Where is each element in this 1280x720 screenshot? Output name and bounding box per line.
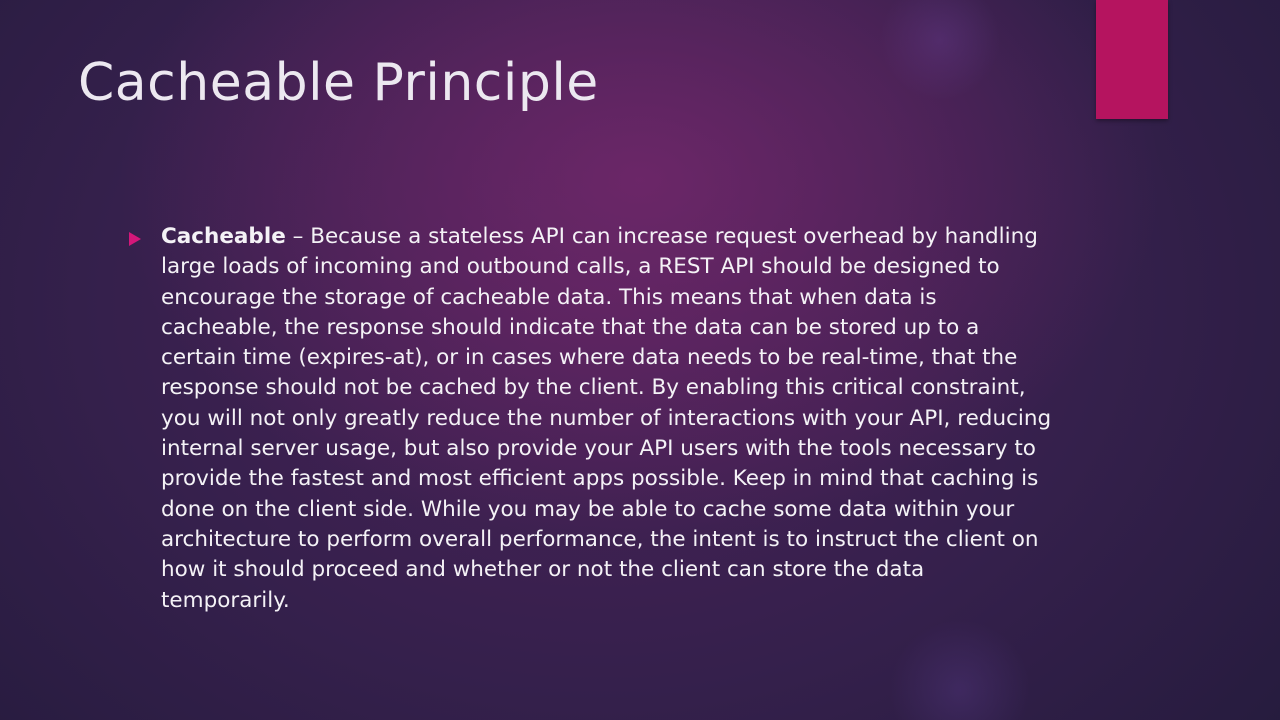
bullet-text: Cacheable – Because a stateless API can … bbox=[161, 222, 1059, 616]
presentation-slide: Cacheable Principle Cacheable – Because … bbox=[0, 0, 1280, 720]
bullet-description: – Because a stateless API can increase r… bbox=[161, 224, 1052, 613]
triangle-right-icon bbox=[129, 232, 141, 246]
slide-body: Cacheable – Because a stateless API can … bbox=[129, 222, 1059, 616]
bullet-item: Cacheable – Because a stateless API can … bbox=[129, 222, 1059, 616]
bullet-term: Cacheable bbox=[161, 224, 286, 249]
slide-title: Cacheable Principle bbox=[78, 53, 599, 113]
accent-bar bbox=[1096, 0, 1168, 119]
